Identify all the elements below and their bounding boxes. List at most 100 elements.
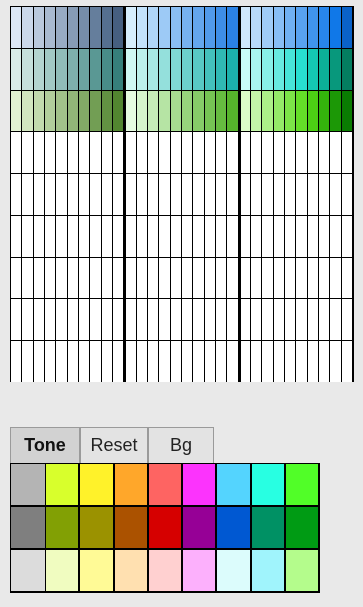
palette-empty-cell[interactable] bbox=[341, 299, 352, 341]
palette-empty-cell[interactable] bbox=[33, 174, 44, 215]
color-swatch[interactable] bbox=[80, 550, 113, 591]
palette-tone-cell[interactable] bbox=[296, 90, 307, 132]
palette-empty-cell[interactable] bbox=[67, 174, 78, 215]
palette-empty-cell[interactable] bbox=[273, 174, 284, 215]
palette-empty-cell[interactable] bbox=[90, 299, 101, 341]
palette-empty-cell[interactable] bbox=[33, 215, 44, 257]
palette-empty-cell[interactable] bbox=[307, 215, 318, 257]
palette-empty-cell[interactable] bbox=[90, 257, 101, 299]
palette-empty-cell[interactable] bbox=[79, 299, 90, 341]
palette-tone-cell[interactable] bbox=[296, 7, 307, 48]
palette-empty-cell[interactable] bbox=[56, 257, 67, 299]
palette-empty-cell[interactable] bbox=[170, 132, 181, 174]
palette-empty-cell[interactable] bbox=[148, 174, 159, 215]
palette-tone-cell[interactable] bbox=[285, 48, 296, 90]
palette-tone-cell[interactable] bbox=[159, 48, 170, 90]
palette-empty-cell[interactable] bbox=[330, 174, 341, 215]
palette-empty-cell[interactable] bbox=[273, 132, 284, 174]
palette-empty-cell[interactable] bbox=[193, 341, 204, 382]
palette-empty-cell[interactable] bbox=[239, 257, 250, 299]
palette-empty-cell[interactable] bbox=[296, 257, 307, 299]
palette-empty-cell[interactable] bbox=[170, 257, 181, 299]
palette-tone-cell[interactable] bbox=[319, 48, 330, 90]
palette-empty-cell[interactable] bbox=[33, 257, 44, 299]
palette-empty-cell[interactable] bbox=[307, 174, 318, 215]
palette-empty-cell[interactable] bbox=[90, 341, 101, 382]
palette-tone-cell[interactable] bbox=[90, 90, 101, 132]
palette-empty-cell[interactable] bbox=[341, 257, 352, 299]
palette-empty-cell[interactable] bbox=[285, 341, 296, 382]
color-swatch[interactable] bbox=[114, 550, 147, 591]
palette-empty-cell[interactable] bbox=[11, 215, 22, 257]
palette-empty-cell[interactable] bbox=[330, 341, 341, 382]
palette-empty-cell[interactable] bbox=[239, 299, 250, 341]
palette-tone-cell[interactable] bbox=[113, 7, 124, 48]
palette-tone-cell[interactable] bbox=[67, 7, 78, 48]
palette-tone-cell[interactable] bbox=[193, 48, 204, 90]
palette-empty-cell[interactable] bbox=[193, 132, 204, 174]
palette-empty-cell[interactable] bbox=[56, 132, 67, 174]
palette-empty-cell[interactable] bbox=[239, 215, 250, 257]
palette-tone-cell[interactable] bbox=[79, 90, 90, 132]
palette-empty-cell[interactable] bbox=[216, 341, 227, 382]
palette-empty-cell[interactable] bbox=[319, 257, 330, 299]
palette-tone-cell[interactable] bbox=[101, 48, 112, 90]
palette-empty-cell[interactable] bbox=[227, 341, 238, 382]
palette-empty-cell[interactable] bbox=[216, 132, 227, 174]
palette-empty-cell[interactable] bbox=[307, 132, 318, 174]
color-swatch[interactable] bbox=[80, 464, 113, 505]
color-swatch[interactable] bbox=[183, 507, 216, 548]
palette-empty-cell[interactable] bbox=[148, 341, 159, 382]
palette-empty-cell[interactable] bbox=[182, 299, 193, 341]
palette-empty-cell[interactable] bbox=[193, 174, 204, 215]
palette-tone-cell[interactable] bbox=[125, 90, 136, 132]
palette-empty-cell[interactable] bbox=[136, 174, 147, 215]
palette-empty-cell[interactable] bbox=[330, 132, 341, 174]
palette-empty-cell[interactable] bbox=[101, 132, 112, 174]
palette-tone-cell[interactable] bbox=[204, 7, 215, 48]
palette-tone-cell[interactable] bbox=[330, 48, 341, 90]
tone-gray-swatch[interactable] bbox=[11, 550, 45, 591]
color-swatch[interactable] bbox=[183, 464, 216, 505]
palette-tone-cell[interactable] bbox=[136, 90, 147, 132]
palette-tone-cell[interactable] bbox=[90, 7, 101, 48]
palette-empty-cell[interactable] bbox=[319, 299, 330, 341]
palette-tone-cell[interactable] bbox=[330, 90, 341, 132]
palette-empty-cell[interactable] bbox=[285, 174, 296, 215]
palette-empty-cell[interactable] bbox=[113, 299, 124, 341]
palette-tone-cell[interactable] bbox=[148, 7, 159, 48]
palette-empty-cell[interactable] bbox=[159, 341, 170, 382]
palette-empty-cell[interactable] bbox=[262, 174, 273, 215]
palette-empty-cell[interactable] bbox=[45, 215, 56, 257]
color-swatch[interactable] bbox=[46, 464, 79, 505]
palette-empty-cell[interactable] bbox=[45, 132, 56, 174]
palette-tone-cell[interactable] bbox=[11, 48, 22, 90]
palette-tone-cell[interactable] bbox=[227, 90, 238, 132]
palette-empty-cell[interactable] bbox=[273, 341, 284, 382]
palette-empty-cell[interactable] bbox=[113, 174, 124, 215]
palette-tone-cell[interactable] bbox=[125, 48, 136, 90]
palette-empty-cell[interactable] bbox=[67, 341, 78, 382]
palette-tone-cell[interactable] bbox=[101, 7, 112, 48]
palette-empty-cell[interactable] bbox=[227, 257, 238, 299]
palette-empty-cell[interactable] bbox=[227, 174, 238, 215]
palette-empty-cell[interactable] bbox=[204, 174, 215, 215]
palette-empty-cell[interactable] bbox=[113, 257, 124, 299]
color-swatch[interactable] bbox=[46, 550, 79, 591]
palette-empty-cell[interactable] bbox=[296, 341, 307, 382]
palette-tone-cell[interactable] bbox=[307, 90, 318, 132]
palette-tone-cell[interactable] bbox=[11, 7, 22, 48]
color-swatch[interactable] bbox=[114, 464, 147, 505]
palette-empty-cell[interactable] bbox=[251, 215, 262, 257]
palette-tone-cell[interactable] bbox=[79, 7, 90, 48]
palette-empty-cell[interactable] bbox=[193, 257, 204, 299]
palette-tone-cell[interactable] bbox=[22, 7, 33, 48]
palette-tone-cell[interactable] bbox=[101, 90, 112, 132]
palette-empty-cell[interactable] bbox=[216, 215, 227, 257]
palette-tone-cell[interactable] bbox=[307, 48, 318, 90]
color-swatch[interactable] bbox=[148, 464, 181, 505]
tab-bg[interactable]: Bg bbox=[148, 427, 214, 463]
palette-empty-cell[interactable] bbox=[170, 341, 181, 382]
palette-empty-cell[interactable] bbox=[33, 299, 44, 341]
palette-empty-cell[interactable] bbox=[159, 299, 170, 341]
